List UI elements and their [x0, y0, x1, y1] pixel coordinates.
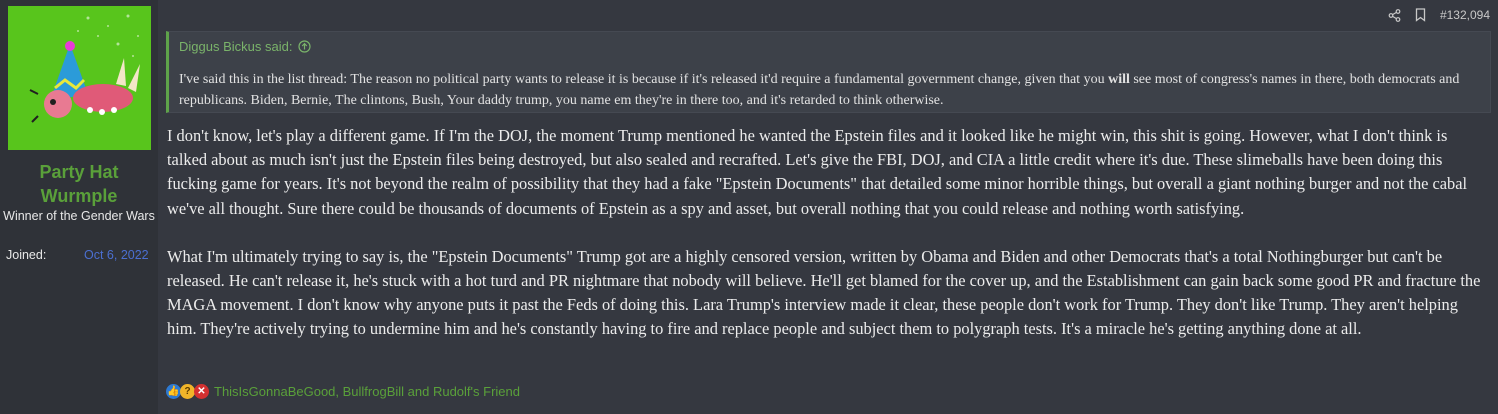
reaction-icons[interactable]: 👍 ? ✕ — [166, 384, 209, 399]
quote-author[interactable]: Diggus Bickus said: — [179, 39, 292, 54]
avatar[interactable] — [8, 6, 151, 150]
username[interactable]: Party Hat Wurmple — [0, 160, 158, 208]
quote-text: I've said this in the list thread: The r… — [179, 72, 1460, 108]
user-info-panel: Party Hat Wurmple Winner of the Gender W… — [0, 0, 158, 414]
joined-date: Oct 6, 2022 — [84, 248, 149, 262]
post-number[interactable]: #132,094 — [1440, 8, 1490, 22]
quote-bold: will — [1108, 72, 1130, 87]
reaction-users[interactable]: ThisIsGonnaBeGood, BullfrogBill and Rudo… — [214, 384, 520, 399]
no-icon: ✕ — [194, 384, 209, 399]
post-actions: #132,094 — [1388, 6, 1490, 24]
share-icon[interactable] — [1388, 8, 1401, 22]
joined-label: Joined: — [6, 248, 47, 262]
thinking-icon: ? — [180, 384, 195, 399]
reactions-bar[interactable]: 👍 ? ✕ ThisIsGonnaBeGood, BullfrogBill an… — [166, 384, 520, 399]
user-title: Winner of the Gender Wars — [3, 209, 155, 223]
bookmark-icon[interactable] — [1415, 8, 1426, 22]
quote-header[interactable]: Diggus Bickus said: — [179, 39, 312, 54]
message-paragraph: What I'm ultimately trying to say is, th… — [167, 246, 1481, 339]
message-paragraph: I don't know, let's play a different gam… — [167, 126, 1468, 218]
message-body: I don't know, let's play a different gam… — [167, 124, 1485, 366]
jump-to-quote-icon[interactable] — [298, 40, 312, 53]
quote-block: Diggus Bickus said: I've said this in th… — [166, 31, 1491, 113]
like-icon: 👍 — [166, 384, 181, 399]
